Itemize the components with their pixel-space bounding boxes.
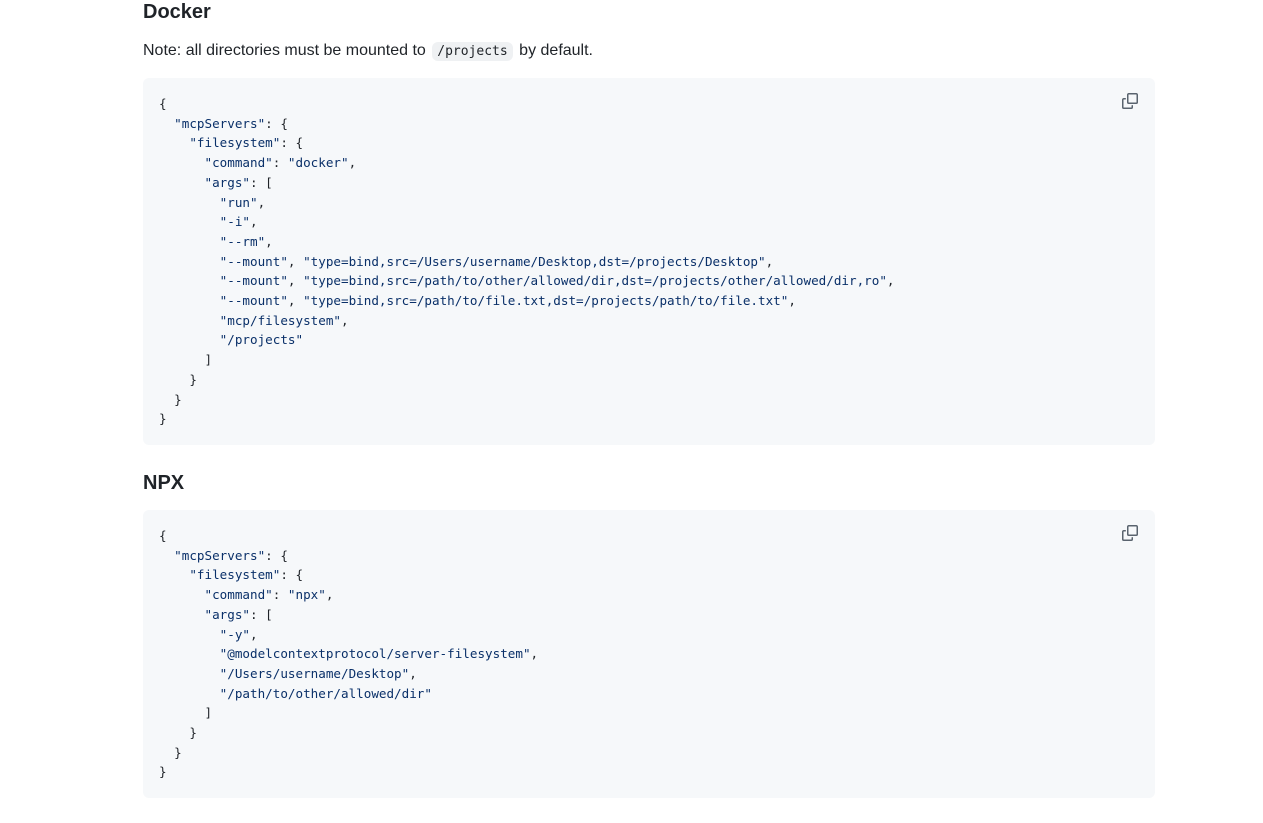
- note-prefix: Note: all directories must be mounted to: [143, 42, 426, 59]
- note-inline-code: /projects: [432, 42, 513, 61]
- copy-icon: [1122, 93, 1138, 109]
- docker-heading: Docker: [143, 1, 211, 23]
- docker-note: Note: all directories must be mounted to…: [143, 39, 593, 64]
- copy-icon: [1122, 525, 1138, 541]
- npx-code[interactable]: { "mcpServers": { "filesystem": { "comma…: [143, 510, 1155, 798]
- npx-code-block: { "mcpServers": { "filesystem": { "comma…: [143, 510, 1155, 798]
- docker-code[interactable]: { "mcpServers": { "filesystem": { "comma…: [143, 78, 1155, 445]
- note-suffix: by default.: [519, 42, 593, 59]
- copy-button-docker[interactable]: [1119, 90, 1141, 112]
- docker-code-block: { "mcpServers": { "filesystem": { "comma…: [143, 78, 1155, 445]
- npx-heading: NPX: [143, 472, 185, 494]
- copy-button-npx[interactable]: [1119, 522, 1141, 544]
